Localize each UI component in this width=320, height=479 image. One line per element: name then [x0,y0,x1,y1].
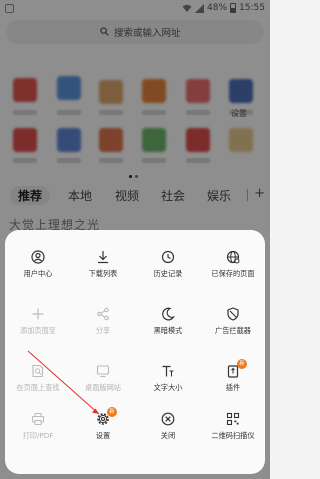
menu-saved-pages[interactable]: 已保存的页面 [200,250,266,290]
new-badge: 新 [107,407,117,417]
menu-label: 已保存的页面 [211,269,255,278]
download-icon [98,251,108,264]
menu-user-center[interactable]: 用户中心 [5,250,71,290]
menu-label: 广告拦截器 [215,326,251,335]
menu-desktop-site: 桌面版网站 [70,364,136,404]
globe-icon [226,250,240,264]
print-icon [31,413,45,425]
menu-history[interactable]: 历史记录 [135,250,201,290]
menu-text-size[interactable]: 文字大小 [135,364,201,404]
close-icon [161,412,175,426]
history-icon [161,250,175,264]
menu-label: 二维码扫描仪 [211,431,255,440]
qr-icon [226,412,240,426]
find-icon [32,364,44,378]
menu-settings[interactable]: 新 设置 [70,407,136,452]
menu-qr-scanner[interactable]: 二维码扫描仪 [200,412,266,452]
add-icon [32,308,44,320]
text-size-icon [162,365,174,377]
menu-share: 分享 [70,307,136,347]
moon-icon [162,307,175,321]
menu-plugins[interactable]: 新 插件 [200,359,266,404]
menu-ad-blocker[interactable]: 广告拦截器 [200,307,266,347]
browser-menu: 用户中心 下载列表 历史记录 已保存的页面 添加页面至 分享 黑暗模式 广告拦截… [5,230,265,474]
menu-dark-mode[interactable]: 黑暗模式 [135,307,201,347]
menu-add-page: 添加页面至 [5,307,71,347]
menu-downloads[interactable]: 下载列表 [70,250,136,290]
menu-print-pdf: 打印/PDF [5,412,71,452]
menu-close[interactable]: 关闭 [135,412,201,452]
menu-find-in-page: 在页面上查找 [5,364,71,404]
user-icon [31,250,45,264]
share-icon [97,307,109,321]
menu-label: 插件 [225,383,241,392]
desktop-icon [96,365,110,378]
shield-icon [227,307,239,321]
new-badge: 新 [237,359,247,369]
